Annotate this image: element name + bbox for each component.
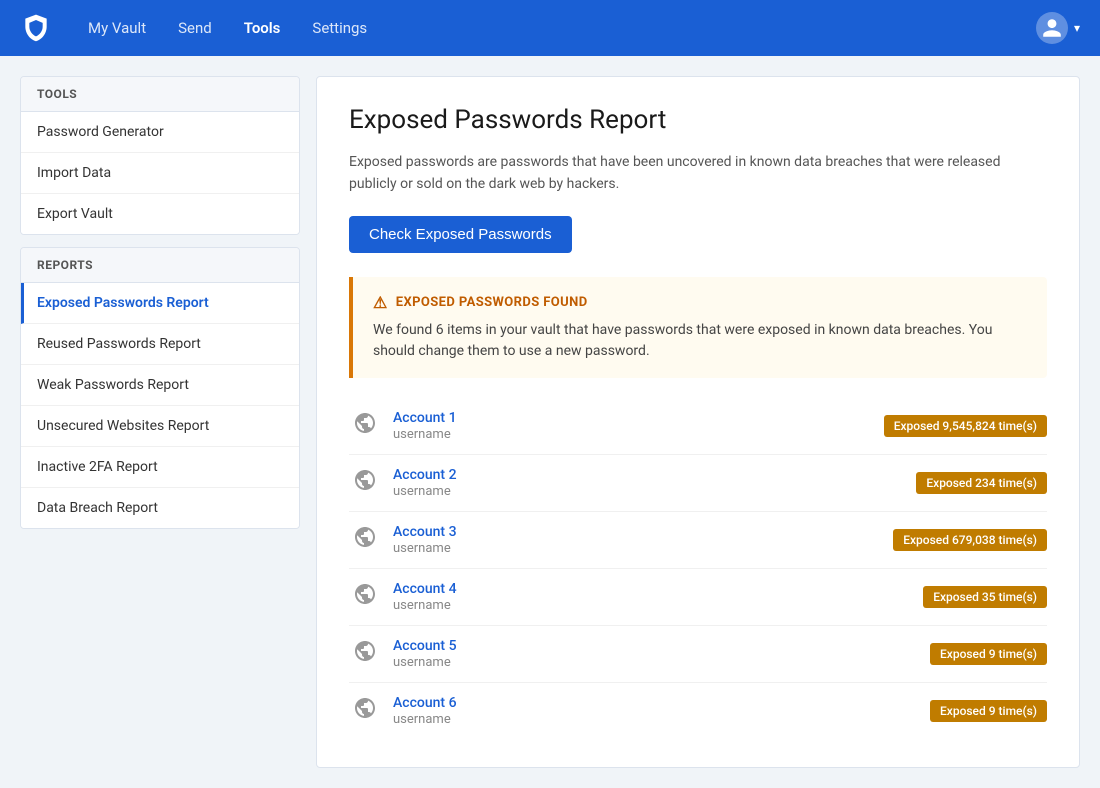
- user-menu[interactable]: ▾: [1036, 12, 1080, 44]
- nav-settings[interactable]: Settings: [300, 13, 379, 43]
- account-username: username: [393, 484, 451, 499]
- exposed-badge: Exposed 679,038 time(s): [893, 529, 1047, 551]
- account-username: username: [393, 598, 451, 613]
- account-username: username: [393, 427, 451, 442]
- account-info: Account 3 username: [393, 524, 881, 556]
- table-row: Account 2 username Exposed 234 time(s): [349, 455, 1047, 512]
- sidebar-item-export-vault[interactable]: Export Vault: [21, 194, 299, 234]
- exposed-badge: Exposed 9 time(s): [930, 643, 1047, 665]
- sidebar-item-exposed-passwords[interactable]: Exposed Passwords Report: [21, 283, 299, 324]
- globe-icon: [349, 411, 381, 441]
- exposed-badge: Exposed 35 time(s): [923, 586, 1047, 608]
- exposed-badge: Exposed 234 time(s): [916, 472, 1047, 494]
- account-info: Account 4 username: [393, 581, 911, 613]
- account-username: username: [393, 712, 451, 727]
- account-username: username: [393, 655, 451, 670]
- sidebar-item-unsecured-websites[interactable]: Unsecured Websites Report: [21, 406, 299, 447]
- account-name[interactable]: Account 5: [393, 638, 918, 654]
- globe-icon: [349, 639, 381, 669]
- account-name[interactable]: Account 2: [393, 467, 904, 483]
- user-chevron-icon: ▾: [1074, 21, 1080, 35]
- sidebar-item-reused-passwords[interactable]: Reused Passwords Report: [21, 324, 299, 365]
- account-username: username: [393, 541, 451, 556]
- account-name[interactable]: Account 1: [393, 410, 872, 426]
- alert-title-text: EXPOSED PASSWORDS FOUND: [396, 295, 588, 310]
- nav-my-vault[interactable]: My Vault: [76, 13, 158, 43]
- sidebar-reports-title: REPORTS: [21, 248, 299, 283]
- table-row: Account 4 username Exposed 35 time(s): [349, 569, 1047, 626]
- alert-title: ⚠ EXPOSED PASSWORDS FOUND: [373, 293, 1027, 312]
- account-name[interactable]: Account 3: [393, 524, 881, 540]
- account-info: Account 6 username: [393, 695, 918, 727]
- page-layout: TOOLS Password Generator Import Data Exp…: [0, 56, 1100, 788]
- alert-box: ⚠ EXPOSED PASSWORDS FOUND We found 6 ite…: [349, 277, 1047, 378]
- warning-icon: ⚠: [373, 293, 388, 312]
- nav-tools[interactable]: Tools: [232, 13, 293, 43]
- alert-text: We found 6 items in your vault that have…: [373, 320, 1027, 362]
- sidebar: TOOLS Password Generator Import Data Exp…: [20, 76, 300, 768]
- account-info: Account 5 username: [393, 638, 918, 670]
- app-logo: [20, 12, 52, 44]
- main-content: Exposed Passwords Report Exposed passwor…: [316, 76, 1080, 768]
- sidebar-tools-section: TOOLS Password Generator Import Data Exp…: [20, 76, 300, 235]
- check-exposed-passwords-button[interactable]: Check Exposed Passwords: [349, 216, 572, 253]
- sidebar-item-weak-passwords[interactable]: Weak Passwords Report: [21, 365, 299, 406]
- sidebar-item-data-breach[interactable]: Data Breach Report: [21, 488, 299, 528]
- sidebar-reports-section: REPORTS Exposed Passwords Report Reused …: [20, 247, 300, 529]
- account-name[interactable]: Account 6: [393, 695, 918, 711]
- page-description: Exposed passwords are passwords that hav…: [349, 151, 1047, 196]
- globe-icon: [349, 582, 381, 612]
- exposed-badge: Exposed 9,545,824 time(s): [884, 415, 1047, 437]
- table-row: Account 1 username Exposed 9,545,824 tim…: [349, 398, 1047, 455]
- globe-icon: [349, 696, 381, 726]
- sidebar-item-import-data[interactable]: Import Data: [21, 153, 299, 194]
- account-list: Account 1 username Exposed 9,545,824 tim…: [349, 398, 1047, 739]
- table-row: Account 5 username Exposed 9 time(s): [349, 626, 1047, 683]
- user-avatar: [1036, 12, 1068, 44]
- page-title: Exposed Passwords Report: [349, 105, 1047, 135]
- account-info: Account 1 username: [393, 410, 872, 442]
- nav-send[interactable]: Send: [166, 13, 224, 43]
- table-row: Account 6 username Exposed 9 time(s): [349, 683, 1047, 739]
- navbar-links: My Vault Send Tools Settings: [76, 13, 1036, 43]
- account-name[interactable]: Account 4: [393, 581, 911, 597]
- sidebar-tools-title: TOOLS: [21, 77, 299, 112]
- navbar: My Vault Send Tools Settings ▾: [0, 0, 1100, 56]
- globe-icon: [349, 525, 381, 555]
- sidebar-item-inactive-2fa[interactable]: Inactive 2FA Report: [21, 447, 299, 488]
- globe-icon: [349, 468, 381, 498]
- account-info: Account 2 username: [393, 467, 904, 499]
- sidebar-item-password-generator[interactable]: Password Generator: [21, 112, 299, 153]
- exposed-badge: Exposed 9 time(s): [930, 700, 1047, 722]
- table-row: Account 3 username Exposed 679,038 time(…: [349, 512, 1047, 569]
